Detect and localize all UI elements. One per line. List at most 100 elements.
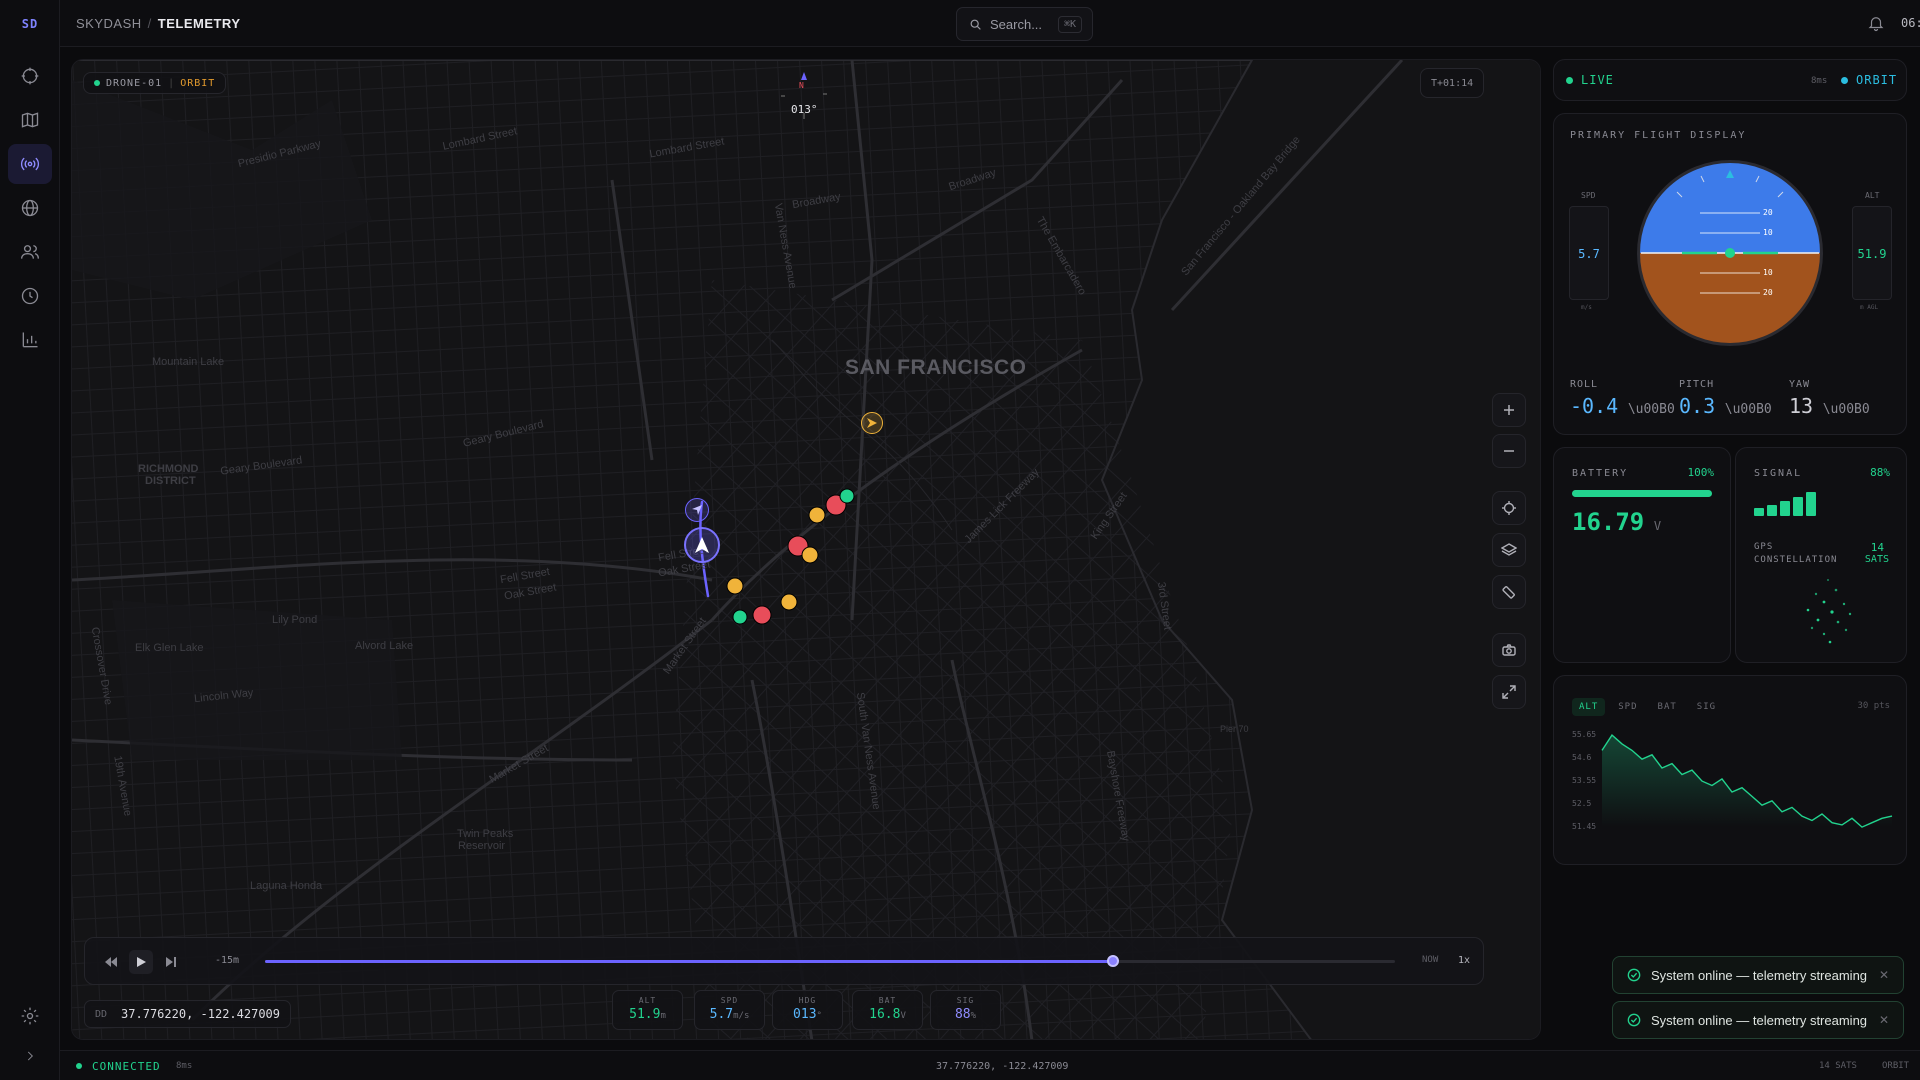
statusbar-coords: 37.776220, -122.427009 — [936, 1061, 1069, 1072]
connection-status: CONNECTED — [92, 1060, 161, 1073]
bar-chart-icon — [22, 332, 38, 348]
statusbar-latency: 8ms — [176, 1061, 193, 1071]
live-dot — [1566, 77, 1573, 84]
trend-tab-sig[interactable]: SIG — [1690, 698, 1723, 716]
metric-value: 5.7 — [709, 1007, 734, 1022]
map-label: Pier 70 — [1220, 724, 1249, 734]
pitch-mark: 10 — [1763, 228, 1773, 237]
measure-button[interactable] — [1492, 575, 1526, 609]
breadcrumb: SKYDASH / TELEMETRY — [76, 16, 241, 31]
fullscreen-button[interactable] — [1492, 675, 1526, 709]
metric-sig: SIG 88% — [930, 990, 1001, 1030]
layers-button[interactable] — [1492, 533, 1526, 567]
trend-tab-bat[interactable]: BAT — [1651, 698, 1684, 716]
map-label: RICHMOND — [138, 463, 199, 475]
timeline-start-label: -15m — [215, 955, 240, 966]
play-button[interactable] — [129, 950, 153, 974]
metric-value-row: 16.8V — [853, 1007, 922, 1022]
toast-close-button[interactable]: ✕ — [1879, 1013, 1889, 1027]
search-placeholder: Search... — [990, 16, 1043, 32]
primary-flight-display: PRIMARY FLIGHT DISPLAY SPD 5.7 m/s ALT 5… — [1553, 113, 1907, 435]
skip-forward-icon — [166, 957, 176, 967]
battery-card: BATTERY 100% 16.79 V — [1553, 447, 1731, 663]
drone-mode: ORBIT — [180, 77, 216, 89]
pitch-unit: \u00B0 — [1724, 402, 1772, 417]
battery-label: BATTERY — [1572, 468, 1629, 479]
trend-y-tick: 54.6 — [1572, 753, 1591, 762]
map-label: Mountain Lake — [152, 356, 225, 368]
metric-hdg: HDG 013° — [772, 990, 843, 1030]
breadcrumb-root[interactable]: SKYDASH — [76, 16, 142, 31]
coordinate-value: 37.776220, -122.427009 — [121, 1007, 280, 1021]
battery-percent: 100% — [1687, 466, 1715, 479]
toast-close-button[interactable]: ✕ — [1879, 968, 1889, 982]
compass-icon[interactable] — [774, 69, 834, 129]
metric-unit: % — [970, 1011, 977, 1021]
nav-analytics[interactable] — [8, 320, 52, 360]
gps-constellation-label: CONSTELLATION — [1754, 555, 1838, 565]
ghost-drone-marker[interactable] — [685, 498, 709, 522]
map-label: Alvord Lake — [355, 640, 414, 652]
play-icon — [137, 957, 146, 967]
map-view[interactable]: Lombard Street Lombard Street Presidio P… — [71, 59, 1541, 1040]
expand-icon — [1502, 685, 1516, 699]
battery-bar — [1572, 490, 1712, 497]
crosshair-icon — [21, 67, 39, 85]
playback-speed[interactable]: 1x — [1458, 955, 1470, 966]
roll-readout: -0.4 \u00B0 — [1570, 394, 1675, 418]
minus-icon — [1504, 450, 1514, 452]
utc-clock: 06:28:20Z — [1901, 16, 1920, 30]
app-logo[interactable]: SD — [0, 0, 60, 47]
telemetry-trend-card: ALT SPD BAT SIG 30 pts 55.65 54.6 53.55 52.5 51… — [1553, 675, 1907, 865]
timeline-scrubber[interactable] — [265, 955, 1395, 967]
layers-icon — [1501, 543, 1517, 556]
nav-globe[interactable] — [8, 188, 52, 228]
waypoint-marker[interactable] — [861, 412, 883, 434]
speed-tape: 5.7 — [1569, 206, 1609, 300]
bell-icon[interactable] — [1867, 14, 1885, 32]
broadcast-icon — [20, 157, 40, 171]
recenter-button[interactable] — [1492, 491, 1526, 525]
nav-settings[interactable] — [8, 996, 52, 1036]
map-label: Twin Peaks — [457, 828, 514, 840]
signal-bar — [1754, 508, 1764, 516]
gps-label: GPS — [1754, 542, 1774, 552]
trend-chart: 55.65 54.6 53.55 52.5 51.45 — [1572, 730, 1893, 831]
pitch-mark: 20 — [1763, 288, 1773, 297]
pitch-mark: 20 — [1763, 208, 1773, 217]
trend-tabs: ALT SPD BAT SIG — [1572, 698, 1723, 716]
coordinate-format[interactable]: DD — [95, 1009, 107, 1020]
trend-y-tick: 55.65 — [1572, 730, 1596, 739]
search-input[interactable]: Search... ⌘K — [956, 7, 1093, 41]
locate-icon — [1502, 501, 1516, 515]
trend-tab-spd[interactable]: SPD — [1611, 698, 1644, 716]
navigation-arrow-icon — [867, 418, 877, 428]
heading-readout: 013° — [791, 103, 818, 116]
rewind-button[interactable] — [99, 950, 123, 974]
snapshot-button[interactable] — [1492, 633, 1526, 667]
skip-forward-button[interactable] — [159, 950, 183, 974]
signal-bar — [1780, 501, 1790, 516]
metric-label: SPD — [720, 996, 739, 1005]
nav-users[interactable] — [8, 232, 52, 272]
timeline-thumb[interactable] — [1106, 955, 1119, 967]
zoom-in-button[interactable] — [1492, 393, 1526, 427]
roll-unit: \u00B0 — [1627, 402, 1675, 417]
nav-history[interactable] — [8, 276, 52, 316]
plus-icon — [1504, 405, 1514, 415]
sidebar-expand-button[interactable] — [8, 1036, 52, 1076]
trend-tab-alt[interactable]: ALT — [1572, 698, 1606, 716]
nav-map[interactable] — [8, 100, 52, 140]
battery-voltage: 16.79 V — [1572, 508, 1661, 536]
nav-crosshair[interactable] — [8, 56, 52, 96]
signal-bar — [1793, 497, 1803, 516]
timeline-progress — [265, 960, 1113, 963]
drone-marker[interactable] — [684, 527, 720, 563]
ruler-icon — [1502, 586, 1515, 599]
search-icon — [970, 19, 981, 30]
nav-telemetry[interactable] — [8, 144, 52, 184]
battery-voltage-unit: V — [1653, 519, 1662, 533]
signal-percent: 88% — [1870, 466, 1890, 479]
trend-points: 30 pts — [1857, 701, 1890, 711]
zoom-out-button[interactable] — [1492, 434, 1526, 468]
